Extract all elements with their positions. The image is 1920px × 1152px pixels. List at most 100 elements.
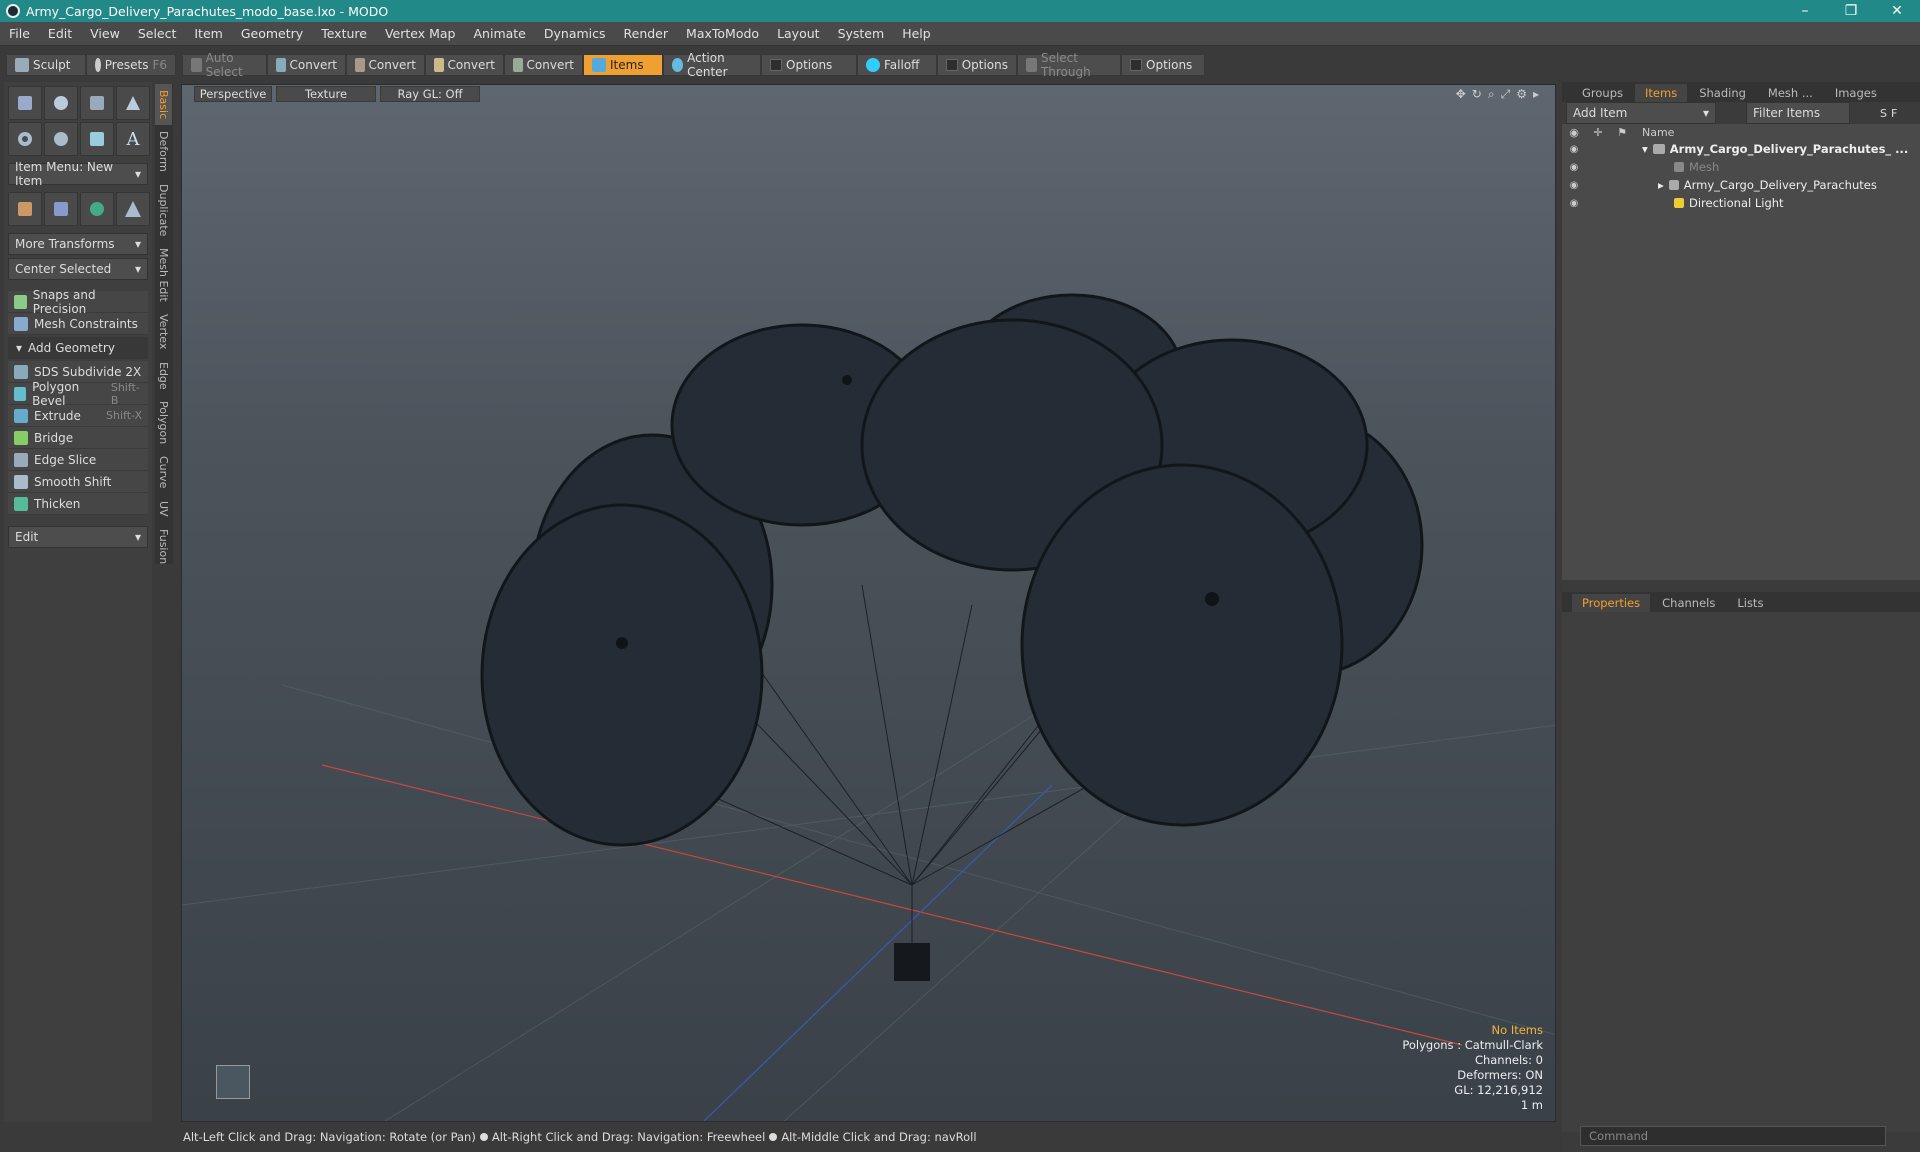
add-geometry-section[interactable]: ▾ Add Geometry xyxy=(8,337,148,359)
tab-items[interactable]: Items xyxy=(1635,84,1688,102)
menu-view[interactable]: View xyxy=(81,26,129,41)
tab-shading[interactable]: Shading xyxy=(1689,84,1756,102)
tab-polygon[interactable]: Polygon xyxy=(155,395,172,450)
falloff-options-button[interactable]: Options xyxy=(937,54,1017,76)
tab-images[interactable]: Images xyxy=(1825,84,1887,102)
presets-button[interactable]: Presets F6 xyxy=(86,54,176,76)
select-through-options-button[interactable]: Options xyxy=(1121,54,1205,76)
filter-s-button[interactable]: S xyxy=(1880,107,1887,120)
tab-mesh[interactable]: Mesh ... xyxy=(1758,84,1823,102)
convert-edges-button[interactable]: Convert xyxy=(346,54,425,76)
eye-icon[interactable]: ◉ xyxy=(1562,198,1586,209)
menu-maxtomodo[interactable]: MaxToModo xyxy=(677,26,768,41)
auto-select-button[interactable]: Auto Select xyxy=(182,51,267,79)
menu-select[interactable]: Select xyxy=(129,26,186,41)
convert-vertices-button[interactable]: Convert xyxy=(267,54,346,76)
close-button[interactable]: ✕ xyxy=(1874,0,1920,22)
perspective-tool-button[interactable] xyxy=(116,192,150,226)
torus-tool-button[interactable] xyxy=(8,122,42,156)
tab-basic[interactable]: Basic xyxy=(155,84,172,126)
grid-tool-button[interactable] xyxy=(44,192,78,226)
menu-system[interactable]: System xyxy=(829,26,894,41)
polygon-bevel-button[interactable]: Polygon Bevel Shift-B xyxy=(8,380,148,408)
menu-file[interactable]: File xyxy=(0,26,39,41)
3d-viewport[interactable]: Perspective Texture Ray GL: Off ✥ ↻ ⌕ ⤢ ⚙ ▸ N… xyxy=(181,84,1556,1122)
pen-tool-button[interactable] xyxy=(80,122,114,156)
cone-tool-button[interactable] xyxy=(116,86,150,120)
extrude-button[interactable]: Extrude Shift-X xyxy=(8,405,148,427)
transform-tool-button[interactable] xyxy=(8,192,42,226)
tab-edge[interactable]: Edge xyxy=(155,356,172,396)
mesh-constraints-button[interactable]: Mesh Constraints xyxy=(8,313,148,335)
raygl-button[interactable]: Ray GL: Off xyxy=(380,86,480,102)
eye-icon[interactable]: ◉ xyxy=(1562,144,1586,155)
menu-item[interactable]: Item xyxy=(185,26,231,41)
maximize-button[interactable]: ❐ xyxy=(1828,0,1874,22)
perspective-button[interactable]: Perspective xyxy=(194,86,272,102)
menu-edit[interactable]: Edit xyxy=(39,26,81,41)
gear-icon[interactable]: ⚙ xyxy=(1516,87,1527,102)
menu-texture[interactable]: Texture xyxy=(312,26,376,41)
action-center-button[interactable]: Action Center xyxy=(663,51,761,79)
snaps-precision-button[interactable]: Snaps and Precision xyxy=(8,288,148,316)
menu-geometry[interactable]: Geometry xyxy=(232,26,312,41)
tab-deform[interactable]: Deform xyxy=(155,125,172,178)
select-through-button[interactable]: Select Through xyxy=(1017,51,1121,79)
bridge-button[interactable]: Bridge xyxy=(8,427,148,449)
add-item-dropdown[interactable]: Add Item ▾ xyxy=(1566,102,1716,124)
sphere-tool-button[interactable] xyxy=(44,86,78,120)
text-tool-button[interactable]: A xyxy=(116,122,150,156)
sculpt-button[interactable]: Sculpt xyxy=(6,54,86,76)
eye-icon[interactable]: ◉ xyxy=(1562,180,1586,191)
menu-layout[interactable]: Layout xyxy=(768,26,829,41)
menu-render[interactable]: Render xyxy=(615,26,678,41)
tab-groups[interactable]: Groups xyxy=(1572,84,1633,102)
minimize-button[interactable]: – xyxy=(1782,0,1828,22)
command-input[interactable]: Command xyxy=(1580,1126,1886,1146)
lock-icon[interactable]: ✛ xyxy=(1586,126,1610,139)
tab-uv[interactable]: UV xyxy=(155,495,172,523)
move-icon[interactable]: ✥ xyxy=(1456,87,1466,102)
rotate-icon[interactable]: ↻ xyxy=(1472,87,1482,102)
tab-mesh-edit[interactable]: Mesh Edit xyxy=(155,242,172,308)
tab-channels[interactable]: Channels xyxy=(1652,594,1725,612)
thicken-button[interactable]: Thicken xyxy=(8,493,148,515)
tab-lists[interactable]: Lists xyxy=(1727,594,1773,612)
action-center-options-button[interactable]: Options xyxy=(761,54,857,76)
menu-help[interactable]: Help xyxy=(893,26,940,41)
edit-dropdown[interactable]: Edit ▾ xyxy=(8,526,148,548)
tab-curve[interactable]: Curve xyxy=(155,450,172,494)
tab-properties[interactable]: Properties xyxy=(1572,594,1651,612)
falloff-button[interactable]: Falloff xyxy=(857,54,937,76)
tree-item-mesh[interactable]: ◉ Mesh xyxy=(1562,158,1920,176)
menu-dynamics[interactable]: Dynamics xyxy=(535,26,615,41)
capsule-tool-button[interactable] xyxy=(44,122,78,156)
fit-icon[interactable]: ⤢ xyxy=(1501,87,1511,102)
globe-tool-button[interactable] xyxy=(80,192,114,226)
tab-fusion[interactable]: Fusion xyxy=(155,523,172,570)
edge-slice-button[interactable]: Edge Slice xyxy=(8,449,148,471)
tree-item-scene[interactable]: ◉ ▾ Army_Cargo_Delivery_Parachutes_ ... xyxy=(1562,140,1920,158)
tree-item-parachutes[interactable]: ◉ ▸ Army_Cargo_Delivery_Parachutes xyxy=(1562,176,1920,194)
chevron-right-icon[interactable]: ▸ xyxy=(1533,87,1539,102)
cube-tool-button[interactable] xyxy=(8,86,42,120)
more-transforms-dropdown[interactable]: More Transforms ▾ xyxy=(8,233,148,255)
chevron-right-icon[interactable]: ▸ xyxy=(1658,178,1664,192)
cylinder-tool-button[interactable] xyxy=(80,86,114,120)
convert-polygons-button[interactable]: Convert xyxy=(425,54,504,76)
item-menu-dropdown[interactable]: Item Menu: New Item ▾ xyxy=(8,160,148,188)
tab-duplicate[interactable]: Duplicate xyxy=(155,178,172,242)
filter-items-input[interactable]: Filter Items xyxy=(1746,102,1850,124)
texture-button[interactable]: Texture xyxy=(276,86,376,102)
eye-icon[interactable]: ◉ xyxy=(1562,126,1586,139)
tab-vertex[interactable]: Vertex xyxy=(155,308,172,355)
render-icon[interactable]: ⚑ xyxy=(1610,126,1634,139)
tree-item-light[interactable]: ◉ Directional Light xyxy=(1562,194,1920,212)
menu-vertex-map[interactable]: Vertex Map xyxy=(376,26,465,41)
items-mode-button[interactable]: Items xyxy=(583,54,663,76)
chevron-down-icon[interactable]: ▾ xyxy=(1642,142,1648,156)
filter-f-button[interactable]: F xyxy=(1891,107,1897,120)
center-selected-dropdown[interactable]: Center Selected ▾ xyxy=(8,258,148,280)
zoom-icon[interactable]: ⌕ xyxy=(1488,87,1495,102)
smooth-shift-button[interactable]: Smooth Shift xyxy=(8,471,148,493)
